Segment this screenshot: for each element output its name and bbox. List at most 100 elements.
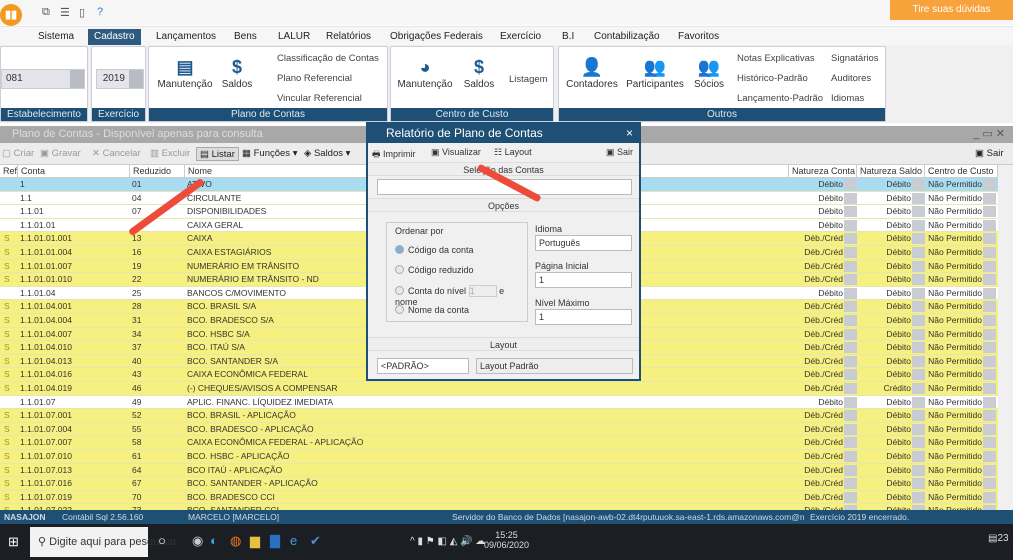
table-row[interactable]: 1.1.01.07 49 APLIC. FINANC. LÍQUIDEZ IMEDI… [0,395,998,410]
menu-0[interactable]: Sistema [32,29,80,45]
chevron-down-icon[interactable] [844,260,857,272]
cell-ns[interactable]: Débito [886,178,911,191]
cell-cc[interactable]: Não Permitido [928,192,982,205]
chevron-down-icon[interactable] [844,491,857,503]
manutencao-button[interactable]: ▤ Manutenção [155,55,215,90]
window-controls-icon[interactable]: _ ▭ ✕ [973,126,1005,143]
table-row[interactable]: S 1.1.01.07.004 55 BCO. BRADESCO - APLICAÇÃ… [0,422,998,437]
col-natureza-conta[interactable]: Natureza Conta [789,165,857,178]
cell-nc[interactable]: Déb./Créd [804,232,843,245]
col-natureza-saldo[interactable]: Natureza Saldo [857,165,925,178]
cell-ns[interactable]: Débito [886,464,911,477]
chevron-down-icon[interactable] [844,478,857,490]
chevron-down-icon[interactable] [912,233,925,245]
cell-cc[interactable]: Não Permitido [928,300,982,313]
chevron-down-icon[interactable] [912,437,925,449]
dialog-sair-button[interactable]: ▣ Sair [606,147,633,158]
chevron-down-icon[interactable] [912,328,925,340]
chevron-down-icon[interactable] [983,464,996,476]
chevron-down-icon[interactable] [844,355,857,367]
chevron-down-icon[interactable] [844,437,857,449]
cell-nc[interactable]: Déb./Créd [804,314,843,327]
idiomas-link[interactable]: Idiomas [831,93,864,104]
participantes-button[interactable]: 👥 Participantes [625,55,685,90]
saldos-button[interactable]: $ Saldos [219,55,255,90]
cell-ns[interactable]: Débito [886,368,911,381]
nasajon-icon[interactable]: ✔ [310,533,321,549]
col-centro-custo[interactable]: Centro de Custo [925,165,998,178]
col-conta[interactable]: Conta [18,165,130,178]
cell-nc[interactable]: Débito [818,178,843,191]
cell-nc[interactable]: Déb./Créd [804,409,843,422]
cell-cc[interactable]: Não Permitido [928,273,982,286]
cell-cc[interactable]: Não Permitido [928,341,982,354]
menu-10[interactable]: Favoritos [672,29,725,45]
edge-icon[interactable]: ◐ [210,533,218,548]
chevron-down-icon[interactable] [983,437,996,449]
cc-manutencao-button[interactable]: ◕ Manutenção [395,55,455,90]
idioma-select[interactable]: Português [535,235,632,251]
chevron-down-icon[interactable] [912,410,925,422]
chevron-down-icon[interactable] [844,464,857,476]
cell-cc[interactable]: Não Permitido [928,477,982,490]
cell-nc[interactable]: Déb./Créd [804,341,843,354]
cell-nc[interactable]: Déb./Créd [804,423,843,436]
cell-cc[interactable]: Não Permitido [928,178,982,191]
sair-button[interactable]: ▣ Sair [975,147,1004,161]
cell-cc[interactable]: Não Permitido [928,409,982,422]
chevron-down-icon[interactable] [844,451,857,462]
chevron-down-icon[interactable] [844,410,857,422]
plano-referencial-link[interactable]: Plano Referencial [277,73,352,84]
chevron-down-icon[interactable] [983,179,996,190]
chevron-down-icon[interactable] [983,423,996,435]
tile-icon[interactable]: ☰ [60,6,70,19]
chevron-down-icon[interactable] [844,328,857,340]
chrome-icon[interactable]: ◉ [192,533,203,549]
cell-cc[interactable]: Não Permitido [928,368,982,381]
chevron-down-icon[interactable] [983,233,996,245]
chevron-down-icon[interactable] [844,396,857,408]
cell-nc[interactable]: Déb./Créd [804,464,843,477]
cell-cc[interactable]: Não Permitido [928,314,982,327]
cell-cc[interactable]: Não Permitido [928,232,982,245]
cell-cc[interactable]: Não Permitido [928,436,982,449]
col-reduzido[interactable]: Reduzido [130,165,185,178]
cell-nc[interactable]: Débito [818,192,843,205]
chevron-down-icon[interactable] [983,315,996,326]
cell-cc[interactable]: Não Permitido [928,464,982,477]
chevron-down-icon[interactable] [912,396,925,408]
chevron-down-icon[interactable] [912,423,925,435]
menu-7[interactable]: Exercício [494,29,547,45]
cell-ns[interactable]: Débito [886,341,911,354]
cc-saldos-button[interactable]: $ Saldos [461,55,497,90]
notification-icon[interactable]: ▤23 [988,533,1009,544]
chevron-down-icon[interactable] [912,192,925,204]
cell-nc[interactable]: Déb./Créd [804,260,843,273]
chevron-down-icon[interactable] [983,383,996,394]
cell-nc[interactable]: Débito [818,287,843,300]
funcoes-button[interactable]: ▦ Funções ▾ [242,147,297,161]
chevron-down-icon[interactable] [844,274,857,286]
cell-nc[interactable]: Déb./Créd [804,491,843,504]
saldos-menu-button[interactable]: ◈ Saldos ▾ [304,147,350,161]
cell-ns[interactable]: Débito [886,436,911,449]
table-row[interactable]: S 1.1.01.07.019 70 BCO. BRADESCO CCI Déb./Cr… [0,490,998,505]
chevron-down-icon[interactable] [983,491,996,503]
taskbar-search[interactable]: ⚲ Digite aqui para pesquisar [30,527,177,557]
chevron-down-icon[interactable] [912,383,925,394]
chevron-down-icon[interactable] [129,70,143,88]
chevron-down-icon[interactable] [983,342,996,354]
chevron-down-icon[interactable] [912,206,925,218]
chevron-down-icon[interactable] [844,179,857,190]
cell-nc[interactable]: Déb./Créd [804,382,843,395]
cell-ns[interactable]: Débito [886,355,911,368]
menu-1[interactable]: Cadastro [88,29,141,45]
cell-ns[interactable]: Débito [886,396,911,409]
clock[interactable]: 15:25 09/06/2020 [484,530,529,550]
chevron-down-icon[interactable] [844,315,857,326]
explorer-icon[interactable]: ▆ [250,533,260,549]
imprimir-button[interactable]: 🖶 Imprimir [372,147,416,163]
chevron-down-icon[interactable] [983,192,996,204]
chevron-down-icon[interactable] [912,179,925,190]
auditores-link[interactable]: Auditores [831,73,871,84]
